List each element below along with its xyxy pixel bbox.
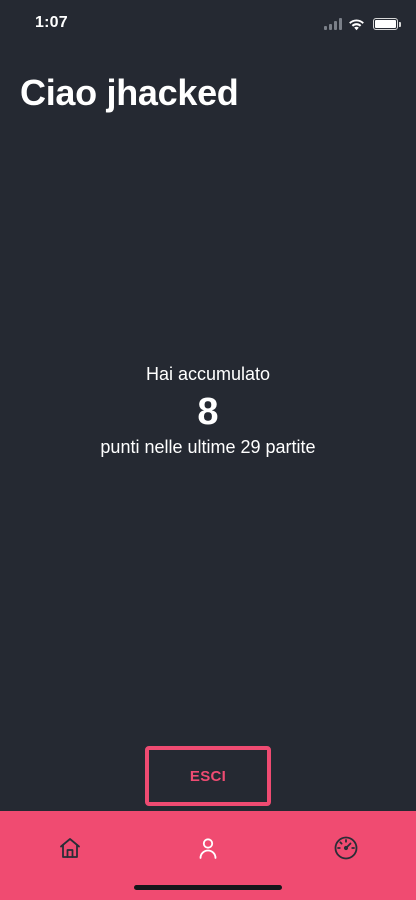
- tab-home[interactable]: [55, 833, 85, 863]
- tab-stats[interactable]: [331, 833, 361, 863]
- page-title: Ciao jhacked: [20, 72, 239, 113]
- status-bar: 1:07: [0, 0, 416, 50]
- exit-button[interactable]: ESCI: [145, 746, 271, 806]
- status-icons: [324, 14, 401, 34]
- tab-profile[interactable]: [193, 833, 223, 863]
- status-time: 1:07: [35, 14, 68, 31]
- points-summary-prefix: Hai accumulato: [145, 364, 271, 384]
- signal-icon: [324, 18, 342, 30]
- points-value: 8: [197, 391, 219, 433]
- user-icon: [199, 838, 217, 859]
- points-summary: Hai accumulato 8 punti nelle ultime 29 p…: [0, 363, 416, 458]
- home-indicator: [134, 885, 282, 890]
- points-summary-suffix: punti nelle ultime 29 partite: [100, 437, 316, 457]
- home-icon: [60, 838, 80, 858]
- wifi-icon: [349, 18, 364, 30]
- battery-icon: [373, 18, 401, 30]
- speedometer-icon: [334, 836, 358, 860]
